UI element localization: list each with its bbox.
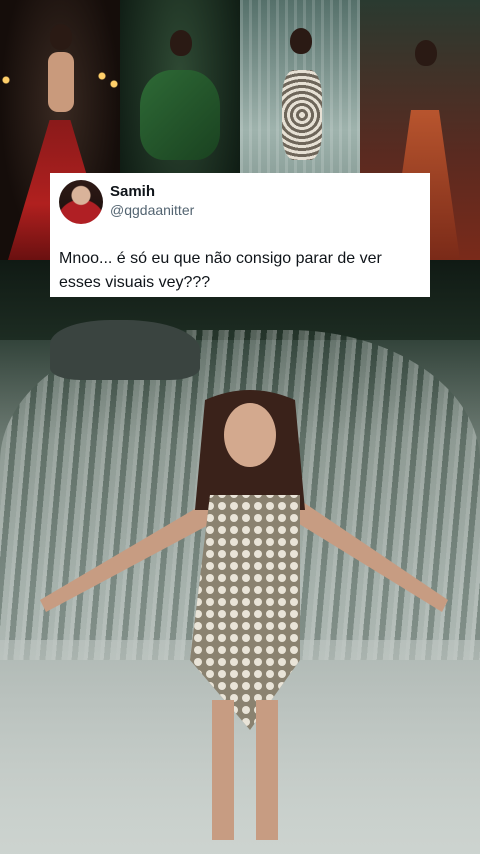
woman-figure: [40, 390, 448, 840]
figure-head: [50, 24, 72, 50]
display-name[interactable]: Samih: [110, 183, 155, 200]
figure-head: [415, 40, 437, 66]
leaf-outfit: [140, 70, 220, 160]
figure-head: [290, 28, 312, 54]
right-leg: [256, 700, 278, 840]
figure-body: [48, 52, 74, 112]
right-arm: [296, 500, 448, 612]
user-handle[interactable]: @qgdaanitter: [110, 202, 194, 218]
shell-pattern: [190, 495, 300, 730]
tweet-card[interactable]: Samih @qgdaanitter Mnoo... é só eu que n…: [50, 173, 430, 297]
left-leg: [212, 700, 234, 840]
figure-head: [170, 30, 192, 56]
left-arm: [40, 500, 214, 612]
avatar[interactable]: [59, 180, 103, 224]
shell-dress: [282, 70, 322, 160]
tweet-text: Mnoo... é só eu que não consigo parar de…: [59, 250, 382, 291]
main-waterfall-photo: [0, 260, 480, 854]
face: [224, 403, 276, 467]
